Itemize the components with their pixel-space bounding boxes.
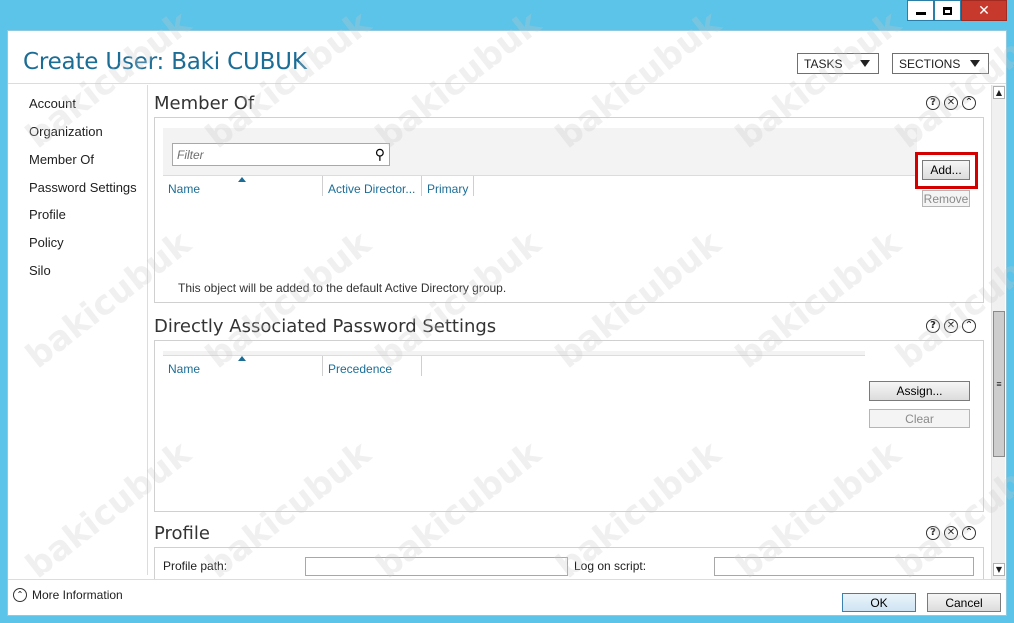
profile-section-icons: ? ✕ ⌃ [926,526,976,540]
collapse-icon[interactable]: ⌃ [962,96,976,110]
content-area: Member Of ? ✕ ⌃ Filter ⚲ Name Active Dir… [149,85,989,580]
dialog-footer: ⌃ More Information OK Cancel [8,579,1006,615]
minimize-button[interactable] [907,0,934,21]
column-precedence[interactable]: Precedence [328,362,392,376]
close-icon: ✕ [978,2,990,19]
more-information-toggle[interactable]: ⌃ More Information [13,588,123,602]
column-name[interactable]: Name [168,362,200,376]
column-divider [421,176,422,196]
search-icon: ⚲ [374,147,385,163]
assign-button[interactable]: Assign... [869,381,970,401]
column-divider [322,356,323,376]
close-icon[interactable]: ✕ [944,319,958,333]
filter-input[interactable]: Filter ⚲ [172,143,390,166]
scroll-down-icon[interactable]: ▼ [993,563,1005,576]
column-divider [322,176,323,196]
remove-button[interactable]: Remove [922,190,970,207]
close-icon[interactable]: ✕ [944,526,958,540]
ok-button[interactable]: OK [842,593,916,612]
sort-ascending-icon [238,356,246,361]
column-divider [473,176,474,196]
profile-panel: Profile path: Log on script: [154,547,984,580]
collapse-icon[interactable]: ⌃ [962,526,976,540]
scroll-up-icon[interactable]: ▲ [993,86,1005,99]
tasks-label: TASKS [804,56,843,71]
filter-placeholder: Filter [177,148,204,162]
column-primary[interactable]: Primary [427,182,468,196]
chevron-down-icon [860,60,870,67]
page-title: Create User: Baki CUBUK [23,49,307,75]
more-information-label: More Information [32,588,123,602]
profile-path-input[interactable] [305,557,568,576]
nav-item-policy[interactable]: Policy [29,235,64,250]
help-icon[interactable]: ? [926,96,940,110]
help-icon[interactable]: ? [926,526,940,540]
member-of-list [163,175,917,276]
password-settings-list [163,355,865,505]
dialog-client: Create User: Baki CUBUK TASKS SECTIONS A… [7,30,1007,616]
tasks-dropdown[interactable]: TASKS [797,53,879,74]
column-active-directory[interactable]: Active Director... [328,182,415,196]
nav-item-member-of[interactable]: Member Of [29,152,94,167]
nav-item-account[interactable]: Account [29,96,76,111]
dialog-header: Create User: Baki CUBUK TASKS SECTIONS [8,31,1006,84]
help-icon[interactable]: ? [926,319,940,333]
profile-title: Profile [154,523,210,544]
sections-label: SECTIONS [899,56,961,71]
maximize-button[interactable] [934,0,961,21]
sections-dropdown[interactable]: SECTIONS [892,53,989,74]
member-of-panel: Filter ⚲ Name Active Director... Primary… [154,117,984,303]
column-name[interactable]: Name [168,182,200,196]
nav-item-password-settings[interactable]: Password Settings [29,180,137,195]
logon-script-label: Log on script: [574,559,647,573]
section-nav: Account Organization Member Of Password … [8,85,148,575]
expand-icon: ⌃ [13,588,27,602]
chevron-down-icon [970,60,980,67]
collapse-icon[interactable]: ⌃ [962,319,976,333]
highlight-box [915,152,978,189]
column-divider [421,356,422,376]
close-window-button[interactable]: ✕ [961,0,1007,21]
nav-item-profile[interactable]: Profile [29,207,66,222]
cancel-button[interactable]: Cancel [927,593,1001,612]
default-group-note: This object will be added to the default… [178,281,507,295]
maximize-icon [943,6,952,15]
nav-item-silo[interactable]: Silo [29,263,51,278]
member-of-title: Member Of [154,93,255,114]
password-settings-title: Directly Associated Password Settings [154,316,497,337]
sort-ascending-icon [238,177,246,182]
nav-item-organization[interactable]: Organization [29,124,103,139]
password-settings-section-icons: ? ✕ ⌃ [926,319,976,333]
member-of-section-icons: ? ✕ ⌃ [926,96,976,110]
vertical-scrollbar[interactable]: ▲ ≡ ▼ [991,85,1005,579]
title-bar: ✕ [0,0,1014,30]
window: ✕ Create User: Baki CUBUK TASKS SECTIONS… [0,0,1014,623]
minimize-icon [915,12,926,15]
clear-button[interactable]: Clear [869,409,970,428]
profile-path-label: Profile path: [163,559,228,573]
logon-script-input[interactable] [714,557,974,576]
scroll-thumb[interactable]: ≡ [993,311,1005,457]
close-icon[interactable]: ✕ [944,96,958,110]
password-settings-panel: Name Precedence Assign... Clear [154,340,984,512]
